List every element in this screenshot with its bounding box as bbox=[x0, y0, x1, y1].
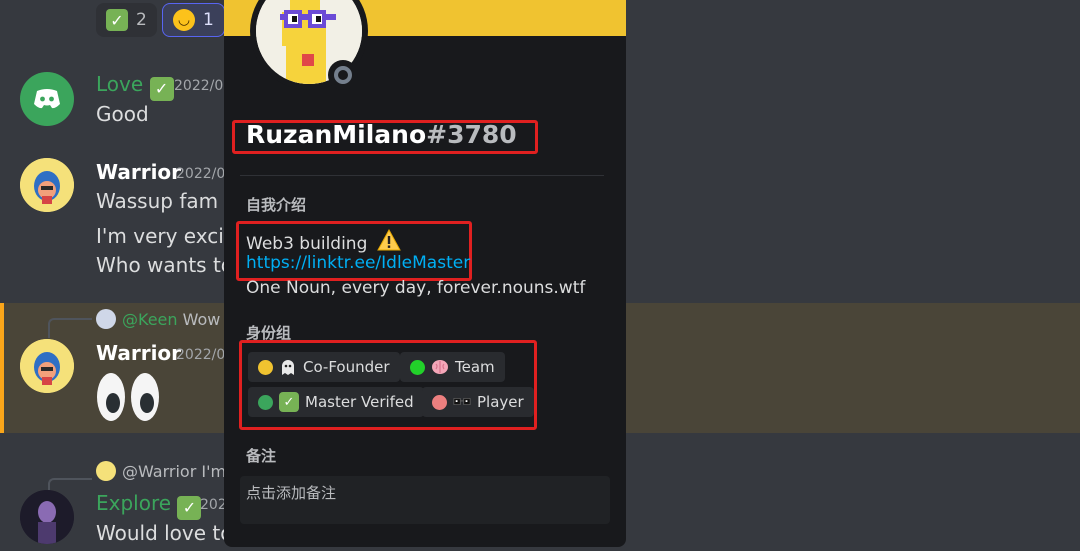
eyes-icon bbox=[97, 373, 159, 421]
avatar[interactable] bbox=[20, 158, 74, 212]
reply-preview[interactable]: @Warrior I'm bbox=[122, 462, 226, 481]
role-color-dot bbox=[258, 359, 273, 375]
role-name: Team bbox=[455, 358, 495, 376]
message-username[interactable]: Love ✓ bbox=[96, 72, 174, 101]
bio-text: One Noun, every day, forever.nouns.wtf bbox=[246, 278, 586, 298]
message-username[interactable]: Warrior bbox=[96, 160, 181, 184]
role-name: Co-Founder bbox=[303, 358, 390, 376]
brain-icon bbox=[431, 358, 449, 376]
message-username[interactable]: Warrior bbox=[96, 341, 181, 365]
avatar[interactable] bbox=[20, 490, 74, 544]
message-timestamp: 2022/0 bbox=[174, 78, 224, 94]
avatar[interactable] bbox=[20, 339, 74, 393]
check-icon: ✓ bbox=[106, 9, 128, 31]
ghost-icon bbox=[279, 358, 297, 376]
role-color-dot bbox=[258, 394, 273, 410]
note-input[interactable] bbox=[240, 476, 610, 524]
reply-avatar[interactable] bbox=[96, 461, 116, 481]
reaction-joy[interactable]: ◡ 1 bbox=[162, 3, 225, 37]
warrior-avatar-icon bbox=[20, 339, 74, 393]
check-icon: ✓ bbox=[149, 76, 174, 101]
check-icon: ✓ bbox=[279, 392, 299, 412]
message-text: I'm very excite bbox=[96, 224, 244, 248]
reaction-check[interactable]: ✓ 2 bbox=[96, 3, 157, 37]
message-timestamp: 2022/0 bbox=[176, 166, 226, 182]
role-team[interactable]: Team bbox=[400, 352, 505, 382]
divider bbox=[240, 175, 604, 176]
bio-link[interactable]: https://linktr.ee/IdleMaster bbox=[246, 253, 470, 273]
bio-text: Web3 building bbox=[246, 229, 401, 254]
explore-avatar-icon bbox=[20, 490, 74, 544]
warning-icon bbox=[376, 229, 401, 251]
role-player[interactable]: Player bbox=[422, 387, 534, 417]
reply-snippet: I'm bbox=[201, 462, 227, 481]
reply-preview[interactable]: @Keen Wow bbox=[122, 310, 220, 329]
message-username[interactable]: Explore ✓ bbox=[96, 491, 202, 520]
username-text: RuzanMilano bbox=[246, 120, 427, 149]
message-timestamp: 2022/0 bbox=[176, 347, 226, 363]
profile-username[interactable]: RuzanMilano#3780 bbox=[246, 120, 517, 149]
role-color-dot bbox=[432, 394, 447, 410]
role-name: Player bbox=[477, 393, 524, 411]
message-timestamp: 202 bbox=[200, 497, 227, 513]
role-color-dot bbox=[410, 359, 425, 375]
discriminator: #3780 bbox=[426, 120, 517, 149]
reply-mention: @Keen bbox=[122, 310, 178, 329]
avatar[interactable] bbox=[20, 72, 74, 126]
note-title: 备注 bbox=[246, 447, 277, 465]
mention-highlight-bar bbox=[0, 303, 4, 433]
glasses-icon bbox=[453, 393, 471, 411]
role-master-verifed[interactable]: ✓ Master Verifed bbox=[248, 387, 424, 417]
status-offline-icon bbox=[328, 60, 358, 90]
reply-snippet: Wow bbox=[182, 310, 221, 329]
role-co-founder[interactable]: Co-Founder bbox=[248, 352, 400, 382]
user-profile-popout: RuzanMilano#3780 自我介绍 Web3 building http… bbox=[224, 0, 626, 547]
reply-avatar[interactable] bbox=[96, 309, 116, 329]
laughing-emoji-icon: ◡ bbox=[173, 9, 195, 31]
reply-connector bbox=[48, 318, 92, 338]
check-icon: ✓ bbox=[177, 495, 202, 520]
discord-logo-icon bbox=[34, 89, 60, 109]
message-text: Would love to bbox=[96, 521, 233, 545]
role-name: Master Verifed bbox=[305, 393, 414, 411]
message-text: Wassup fam bbox=[96, 189, 219, 213]
message-text: Good bbox=[96, 102, 149, 126]
reaction-count: 1 bbox=[203, 10, 214, 30]
warrior-avatar-icon bbox=[20, 158, 74, 212]
eyes-emoji bbox=[95, 370, 161, 428]
about-me-title: 自我介绍 bbox=[246, 196, 307, 214]
reply-mention: @Warrior bbox=[122, 462, 197, 481]
reaction-count: 2 bbox=[136, 10, 147, 30]
message-text: Who wants to bbox=[96, 253, 234, 277]
